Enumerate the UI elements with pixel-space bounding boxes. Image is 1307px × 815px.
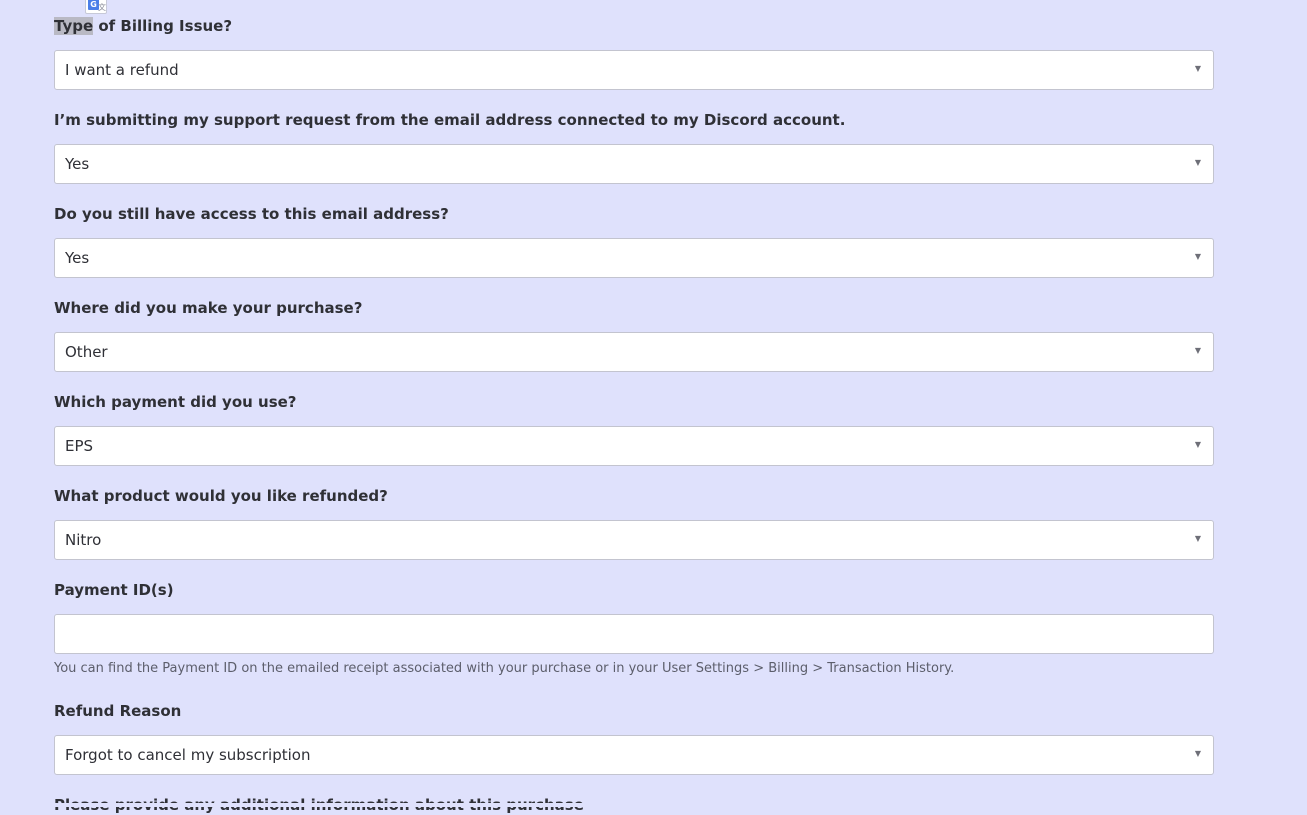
select-value: I want a refund xyxy=(65,61,179,79)
translate-icon[interactable]: G 文 xyxy=(85,0,107,14)
purchase-location-select[interactable]: Other ▼ xyxy=(54,332,1214,372)
email-connected-select[interactable]: Yes ▼ xyxy=(54,144,1214,184)
select-value: Nitro xyxy=(65,531,102,549)
billing-issue-type-label: Type of Billing Issue? xyxy=(54,17,233,35)
field-refund-product: What product would you like refunded? Ni… xyxy=(54,486,1214,560)
field-email-connected: I’m submitting my support request from t… xyxy=(54,110,1214,184)
field-payment-ids: Payment ID(s) You can find the Payment I… xyxy=(54,580,1214,677)
field-refund-reason: Refund Reason Forgot to cancel my subscr… xyxy=(54,701,1214,775)
select-value: Yes xyxy=(65,249,90,267)
chevron-down-icon: ▼ xyxy=(1194,440,1201,449)
payment-ids-input[interactable] xyxy=(54,614,1214,654)
chevron-down-icon: ▼ xyxy=(1194,252,1201,261)
purchase-location-label: Where did you make your purchase? xyxy=(54,299,363,317)
refund-product-select[interactable]: Nitro ▼ xyxy=(54,520,1214,560)
refund-product-label: What product would you like refunded? xyxy=(54,487,388,505)
chevron-down-icon: ▼ xyxy=(1194,64,1201,73)
chevron-down-icon: ▼ xyxy=(1194,346,1201,355)
payment-ids-label: Payment ID(s) xyxy=(54,581,174,599)
payment-method-label: Which payment did you use? xyxy=(54,393,297,411)
select-value: Forgot to cancel my subscription xyxy=(65,746,311,764)
email-access-select[interactable]: Yes ▼ xyxy=(54,238,1214,278)
chevron-down-icon: ▼ xyxy=(1194,534,1201,543)
refund-reason-select[interactable]: Forgot to cancel my subscription ▼ xyxy=(54,735,1214,775)
field-payment-method: Which payment did you use? EPS ▼ xyxy=(54,392,1214,466)
field-purchase-location: Where did you make your purchase? Other … xyxy=(54,298,1214,372)
select-value: EPS xyxy=(65,437,94,455)
payment-ids-hint: You can find the Payment ID on the email… xyxy=(54,661,955,676)
translate-x-glyph: 文 xyxy=(98,3,106,12)
highlighted-word: Type xyxy=(54,17,94,35)
email-access-label: Do you still have access to this email a… xyxy=(54,205,449,223)
chevron-down-icon: ▼ xyxy=(1194,749,1201,758)
email-connected-label: I’m submitting my support request from t… xyxy=(54,111,846,129)
chevron-down-icon: ▼ xyxy=(1194,158,1201,167)
payment-method-select[interactable]: EPS ▼ xyxy=(54,426,1214,466)
select-value: Other xyxy=(65,343,108,361)
refund-reason-label: Refund Reason xyxy=(54,702,182,720)
billing-issue-type-select[interactable]: I want a refund ▼ xyxy=(54,50,1214,90)
field-email-access: Do you still have access to this email a… xyxy=(54,204,1214,278)
viewport-edge xyxy=(0,803,1307,807)
field-billing-issue-type: Type of Billing Issue? I want a refund ▼ xyxy=(54,16,1214,90)
select-value: Yes xyxy=(65,155,90,173)
